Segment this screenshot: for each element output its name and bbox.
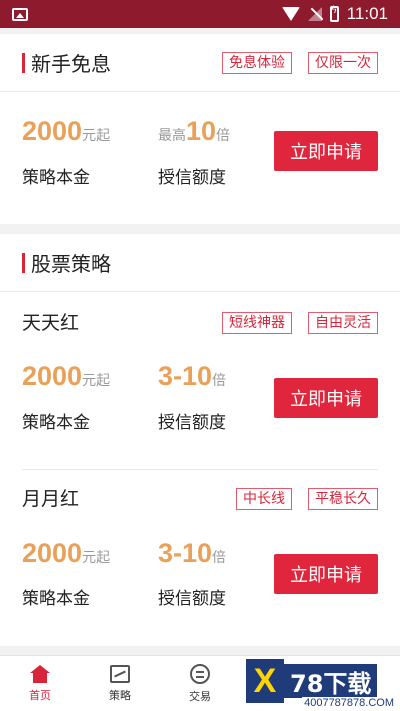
apply-button[interactable]: 立即申请 — [274, 131, 378, 171]
principal-label: 策略本金 — [22, 413, 90, 433]
wifi-icon — [281, 7, 300, 21]
tag: 短线神器 — [222, 312, 292, 334]
tag: 平稳长久 — [308, 488, 378, 510]
trade-icon — [190, 663, 210, 684]
amount-unit: 元起 — [82, 128, 111, 144]
credit-label: 授信额度 — [158, 168, 226, 188]
principal-label: 策略本金 — [22, 168, 90, 188]
amount-value: 2000 — [22, 361, 83, 391]
rate-value: 10 — [186, 116, 217, 146]
no-signal-icon — [307, 7, 322, 21]
product-title: 月月红 — [22, 488, 80, 510]
amount-value: 2000 — [22, 116, 83, 146]
product-item: 天天红 短线神器 自由灵活 2000元起 3-10倍 策略本金 授信额度 立即申… — [0, 293, 400, 469]
gallery-notification-icon — [12, 7, 28, 21]
section-header: 新手免息 免息体验 仅限一次 — [0, 34, 400, 92]
tab-label: 策略 — [109, 688, 131, 702]
tab-trade[interactable]: 交易 — [160, 656, 240, 711]
tag: 自由灵活 — [308, 312, 378, 334]
rate-unit: 倍 — [216, 128, 231, 144]
rate-value: 3-10 — [158, 361, 213, 391]
watermark-url: 4007787878.COM — [302, 697, 396, 709]
amount-unit: 元起 — [82, 373, 111, 389]
status-bar: 11:01 — [0, 0, 400, 28]
product-item: 月月红 中长线 平稳长久 2000元起 3-10倍 策略本金 授信额度 立即申请 — [0, 470, 400, 646]
tab-label: 交易 — [189, 689, 211, 703]
tag: 仅限一次 — [308, 51, 378, 74]
home-icon — [30, 664, 50, 683]
tab-strategy[interactable]: 策略 — [80, 656, 160, 711]
principal-label: 策略本金 — [22, 589, 90, 609]
watermark-text: 78下载 — [284, 664, 378, 698]
section-accent-bar — [22, 252, 25, 273]
credit-label: 授信额度 — [158, 589, 226, 609]
card-stock-strategy: 股票策略 天天红 短线神器 自由灵活 2000元起 3-10倍 策略本金 授信额… — [0, 234, 400, 646]
product-title: 天天红 — [22, 312, 80, 334]
rate-value: 3-10 — [158, 538, 213, 568]
section-header: 股票策略 — [0, 234, 400, 292]
section-title: 股票策略 — [31, 252, 111, 276]
battery-charging-icon — [329, 5, 339, 22]
rate-unit: 倍 — [212, 373, 227, 389]
rate-unit: 倍 — [212, 550, 227, 566]
tab-label: 首页 — [29, 688, 51, 702]
tag: 中长线 — [236, 488, 292, 510]
card-new-user: 新手免息 免息体验 仅限一次 2000元起 最高10倍 策略本金 授信额度 立即… — [0, 34, 400, 224]
apply-button[interactable]: 立即申请 — [274, 554, 378, 594]
section-accent-bar — [22, 52, 25, 73]
section-title: 新手免息 — [31, 52, 111, 76]
amount-unit: 元起 — [82, 550, 111, 566]
rate-prefix: 最高 — [158, 128, 186, 144]
tab-home[interactable]: 首页 — [0, 656, 80, 711]
amount-value: 2000 — [22, 538, 83, 568]
status-time: 11:01 — [346, 4, 388, 23]
watermark-logo: X 78下载 4007787878.COM — [246, 657, 396, 709]
chart-icon — [110, 664, 130, 683]
product-item: 2000元起 最高10倍 策略本金 授信额度 立即申请 — [0, 92, 400, 222]
credit-label: 授信额度 — [158, 413, 226, 433]
apply-button[interactable]: 立即申请 — [274, 378, 378, 418]
tag: 免息体验 — [222, 51, 292, 74]
watermark-x-icon: X — [246, 659, 284, 703]
